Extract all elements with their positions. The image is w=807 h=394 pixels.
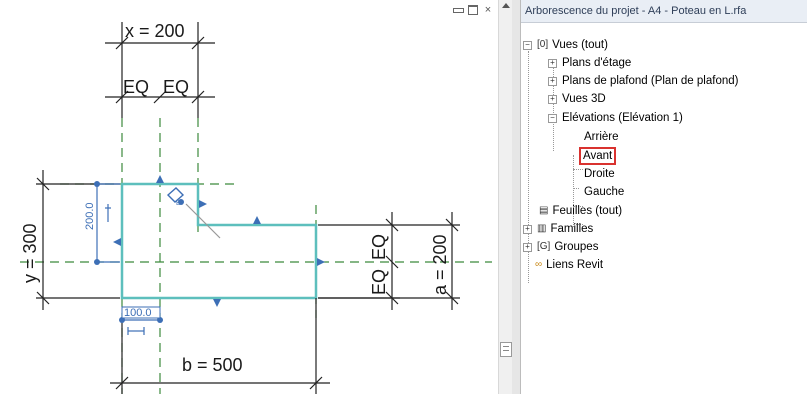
elevation-marker[interactable] <box>166 187 221 239</box>
drawing-svg: B x = 200 EQ EQ y = 300 b = 500 EQ EQ a … <box>20 21 492 394</box>
flip-arrows[interactable] <box>113 175 325 307</box>
tree-item-families[interactable]: + ▥ Familles <box>523 221 593 237</box>
dimension-lines <box>36 22 460 394</box>
view-vertical-scrollbar[interactable] <box>498 0 513 394</box>
link-icon: ∞ <box>535 259 543 270</box>
project-browser: Arborescence du projet - A4 - Poteau en … <box>520 0 807 394</box>
close-icon[interactable]: × <box>482 4 494 16</box>
collapse-icon[interactable]: − <box>523 40 532 50</box>
panel-divider[interactable] <box>512 0 520 394</box>
arrow-left <box>113 238 121 246</box>
dim-eq-left: EQ <box>123 77 149 97</box>
arrow-mid <box>253 216 261 224</box>
tree-item-arriere[interactable]: Arrière <box>584 129 619 145</box>
column-outline[interactable] <box>120 182 318 300</box>
elevation-marker-label: B <box>176 200 181 207</box>
collapse-icon[interactable]: − <box>548 113 557 123</box>
tree-item-views[interactable]: − [0] Vues (tout) <box>523 37 608 53</box>
tree-item-ceiling-plans[interactable]: + Plans de plafond (Plan de plafond) <box>548 73 738 89</box>
temp-dim-200[interactable]: 200.0 <box>84 202 96 230</box>
expand-icon[interactable]: + <box>523 224 532 234</box>
tree-item-sheets[interactable]: ▤ Feuilles (tout) <box>539 203 622 219</box>
expand-icon[interactable]: + <box>523 242 532 252</box>
temp-dim-100[interactable]: 100.0 <box>124 307 152 319</box>
tree-item-3d-views[interactable]: + Vues 3D <box>548 91 606 107</box>
tree-item-droite[interactable]: Droite <box>584 166 615 182</box>
tree-item-gauche[interactable]: Gauche <box>584 184 624 200</box>
reference-planes <box>20 118 492 394</box>
project-browser-title: Arborescence du projet - A4 - Poteau en … <box>521 0 807 23</box>
temporary-dimension-grips[interactable] <box>94 181 163 323</box>
arrow-right-top <box>199 200 207 208</box>
sheets-icon: ▤ <box>539 205 549 216</box>
arrow-bottom <box>213 299 221 307</box>
tree-item-avant[interactable]: Avant <box>579 147 617 165</box>
expand-icon[interactable]: + <box>548 58 557 68</box>
tree-item-elevations[interactable]: − Elévations (Elévation 1) <box>548 110 683 126</box>
view-window-controls: × <box>452 4 494 16</box>
expand-icon[interactable]: + <box>548 94 557 104</box>
arrow-right <box>317 258 325 266</box>
scroll-up-icon[interactable] <box>502 3 510 8</box>
dim-a-label: a = 200 <box>430 234 450 295</box>
scrollbar-grip-icon[interactable] <box>500 342 512 357</box>
restore-icon[interactable] <box>467 4 479 16</box>
dim-x-label: x = 200 <box>125 21 185 41</box>
drawing-canvas[interactable]: B x = 200 EQ EQ y = 300 b = 500 EQ EQ a … <box>0 0 513 394</box>
tree-item-revit-links[interactable]: ∞ Liens Revit <box>535 257 603 273</box>
tree-item-floor-plans[interactable]: + Plans d'étage <box>548 55 631 71</box>
expand-icon[interactable]: + <box>548 76 557 86</box>
selected-view-highlight: Avant <box>579 147 617 165</box>
dim-eq-right: EQ <box>163 77 189 97</box>
dim-b-label: b = 500 <box>182 355 243 375</box>
minimize-icon[interactable] <box>452 4 464 16</box>
tree-item-groups[interactable]: + [G] Groupes <box>523 239 598 255</box>
groups-icon: [G] <box>537 241 551 252</box>
dim-eq-v2: EQ <box>369 269 389 295</box>
views-icon: [0] <box>537 39 549 50</box>
families-icon: ▥ <box>537 223 547 234</box>
dim-eq-v1: EQ <box>369 234 389 260</box>
dim-y-label: y = 300 <box>20 223 40 283</box>
arrow-top <box>156 175 164 183</box>
